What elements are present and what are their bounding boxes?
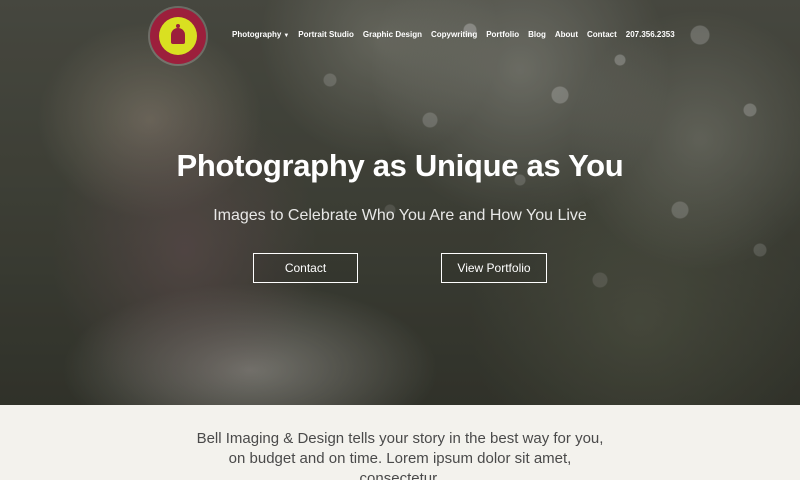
nav-item-phone[interactable]: 207.356.2353 bbox=[626, 30, 675, 39]
nav-item-label: Photography bbox=[232, 30, 282, 39]
hero-subtitle: Images to Celebrate Who You Are and How … bbox=[213, 207, 587, 224]
nav-item-about[interactable]: About bbox=[555, 30, 578, 39]
caret-down-icon: ▼ bbox=[283, 33, 290, 39]
hero-section: Photography ▼ Portrait Studio Graphic Des… bbox=[0, 0, 800, 405]
intro-text: Bell Imaging & Design tells your story i… bbox=[196, 430, 604, 480]
nav-item-blog[interactable]: Blog bbox=[528, 30, 546, 39]
nav-item-portfolio[interactable]: Portfolio bbox=[486, 30, 519, 39]
site-logo[interactable] bbox=[150, 8, 206, 64]
nav-item-graphic-design[interactable]: Graphic Design bbox=[363, 30, 422, 39]
nav-item-copywriting[interactable]: Copywriting bbox=[431, 30, 477, 39]
intro-section: Bell Imaging & Design tells your story i… bbox=[0, 405, 800, 480]
contact-button[interactable]: Contact bbox=[253, 253, 358, 283]
nav-item-portrait-studio[interactable]: Portrait Studio bbox=[298, 30, 354, 39]
view-portfolio-button[interactable]: View Portfolio bbox=[441, 253, 547, 283]
main-nav: Photography ▼ Portrait Studio Graphic Des… bbox=[232, 30, 675, 39]
hero-overlay bbox=[0, 0, 800, 405]
logo-inner-circle bbox=[159, 17, 197, 55]
hero-title: Photography as Unique as You bbox=[176, 148, 624, 183]
nav-item-photography[interactable]: Photography ▼ bbox=[232, 30, 289, 39]
nav-item-contact[interactable]: Contact bbox=[587, 30, 617, 39]
bell-logo-icon bbox=[171, 24, 185, 44]
